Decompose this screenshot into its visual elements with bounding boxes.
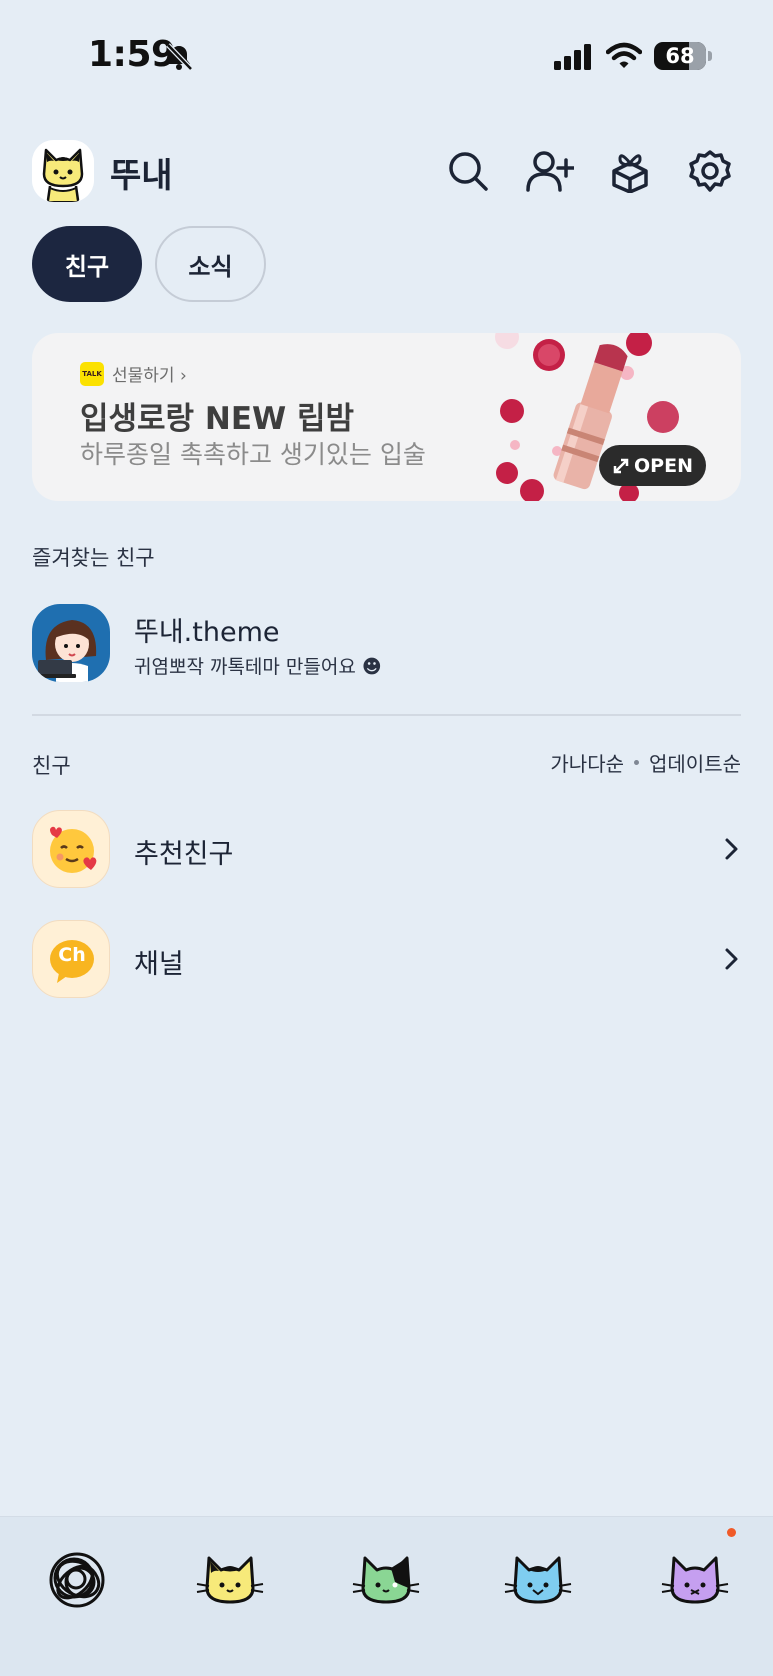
favorite-friend-name: 뚜내.theme (134, 617, 280, 648)
status-time: 1:59 (88, 34, 176, 75)
sort-updated[interactable]: 업데이트순 (649, 748, 741, 777)
chevron-right-icon (722, 834, 742, 864)
tab-news[interactable]: 소식 (155, 226, 266, 302)
battery-tip (708, 51, 712, 61)
profile-name[interactable]: 뚜내 (110, 148, 173, 197)
gift-icon[interactable] (605, 146, 655, 196)
section-divider (32, 714, 741, 716)
more-tab-icon[interactable] (655, 1545, 735, 1615)
favorite-friend-status: 귀염뽀작 까톡테마 만들어요 ☻ (134, 656, 382, 678)
gift-shop-label: 선물하기 › (112, 366, 187, 386)
add-friend-icon[interactable] (525, 146, 575, 196)
favorites-section-label: 즐겨찾는 친구 (32, 546, 155, 570)
sort-alphabetical[interactable]: 가나다순 (550, 748, 624, 777)
banner-subtitle: 하루종일 촉촉하고 생기있는 입술 (80, 440, 426, 469)
bell-off-icon (164, 42, 194, 76)
status-bar: 1:59 68 (0, 0, 773, 110)
friends-section-label: 친구 (32, 754, 71, 778)
expand-icon (613, 458, 629, 473)
settings-icon[interactable] (685, 146, 735, 196)
recommended-friends-icon (32, 810, 110, 888)
bottom-navigation (0, 1516, 773, 1676)
profile-avatar[interactable] (32, 140, 94, 202)
openchat-tab-icon[interactable] (346, 1545, 426, 1615)
ad-banner[interactable]: TALK 선물하기 › 입생로랑 NEW 립밤 하루종일 촉촉하고 생기있는 입… (32, 333, 741, 501)
tab-friends[interactable]: 친구 (32, 226, 142, 302)
open-label: OPEN (634, 454, 693, 477)
gift-shop-link[interactable]: TALK 선물하기 › (80, 361, 187, 386)
cellular-signal-icon (554, 44, 594, 74)
channel-icon: Ch (32, 920, 110, 998)
open-button[interactable]: OPEN (599, 445, 706, 486)
recommended-friends-label: 추천친구 (134, 839, 234, 870)
search-icon[interactable] (443, 146, 493, 196)
banner-title: 입생로랑 NEW 립밤 (80, 401, 355, 437)
chats-tab-icon[interactable] (190, 1545, 270, 1615)
sort-separator-dot (634, 760, 639, 765)
favorite-friend-avatar[interactable] (32, 604, 110, 682)
wifi-icon (605, 42, 643, 74)
shopping-tab-icon[interactable] (498, 1545, 578, 1615)
battery-indicator: 68 (654, 42, 706, 70)
battery-level-text: 68 (665, 44, 695, 68)
channel-label: 채널 (134, 949, 184, 980)
channel-badge-text: Ch (58, 944, 86, 966)
notification-dot (727, 1528, 736, 1537)
sort-options: 가나다순 업데이트순 (550, 748, 741, 777)
chevron-right-icon (722, 944, 742, 974)
friends-tab-icon[interactable] (37, 1545, 117, 1615)
kakao-talk-icon: TALK (80, 361, 104, 386)
